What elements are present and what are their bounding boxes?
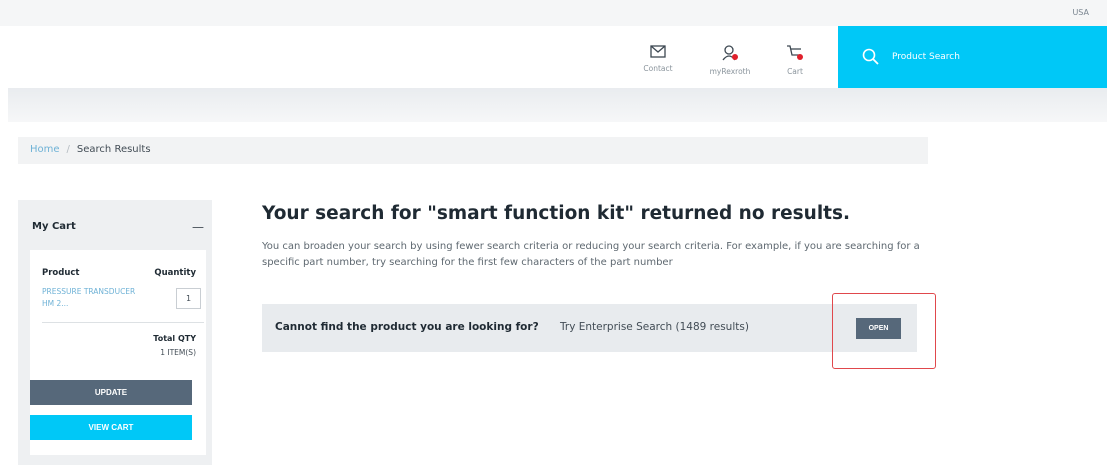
cart-actions: UPDATE VIEW CART	[30, 250, 192, 455]
user-icon	[722, 45, 738, 61]
enterprise-results-text: Try Enterprise Search (1489 results)	[560, 321, 749, 333]
breadcrumb: Home / Search Results	[18, 137, 928, 164]
myrexroth-label: myRexroth	[709, 67, 751, 76]
highlight-box	[832, 293, 936, 369]
contact-link[interactable]: Contact	[638, 45, 678, 73]
enterprise-search-box: Cannot find the product you are looking …	[262, 304, 917, 352]
my-cart-panel: My Cart — Product Quantity PRESSURE TRAN…	[18, 200, 212, 465]
product-search-label: Product Search	[892, 52, 960, 62]
mail-icon	[650, 45, 666, 58]
cart-label: Cart	[787, 67, 803, 76]
site-header: Contact myRexroth Cart Product Search	[0, 26, 1107, 88]
no-results-description: You can broaden your search by using few…	[262, 241, 920, 268]
contact-label: Contact	[643, 64, 673, 73]
enterprise-question: Cannot find the product you are looking …	[275, 321, 539, 333]
product-search-button[interactable]: Product Search	[838, 26, 1107, 88]
collapse-icon[interactable]: —	[192, 220, 204, 234]
region-selector[interactable]: USA	[1072, 8, 1089, 17]
hero-banner	[8, 88, 1107, 122]
search-icon	[862, 48, 879, 65]
breadcrumb-separator: /	[66, 144, 70, 155]
cart-icon	[787, 45, 803, 60]
no-results-heading: Your search for "smart function kit" ret…	[262, 203, 851, 224]
top-utility-bar: USA	[0, 0, 1107, 26]
cart-title: My Cart	[32, 221, 76, 232]
breadcrumb-current: Search Results	[76, 144, 151, 155]
breadcrumb-home-link[interactable]: Home	[30, 144, 60, 155]
cart-link[interactable]: Cart	[780, 45, 810, 76]
myrexroth-link[interactable]: myRexroth	[705, 45, 755, 76]
view-cart-button[interactable]: VIEW CART	[30, 415, 192, 440]
update-button[interactable]: UPDATE	[30, 380, 192, 405]
